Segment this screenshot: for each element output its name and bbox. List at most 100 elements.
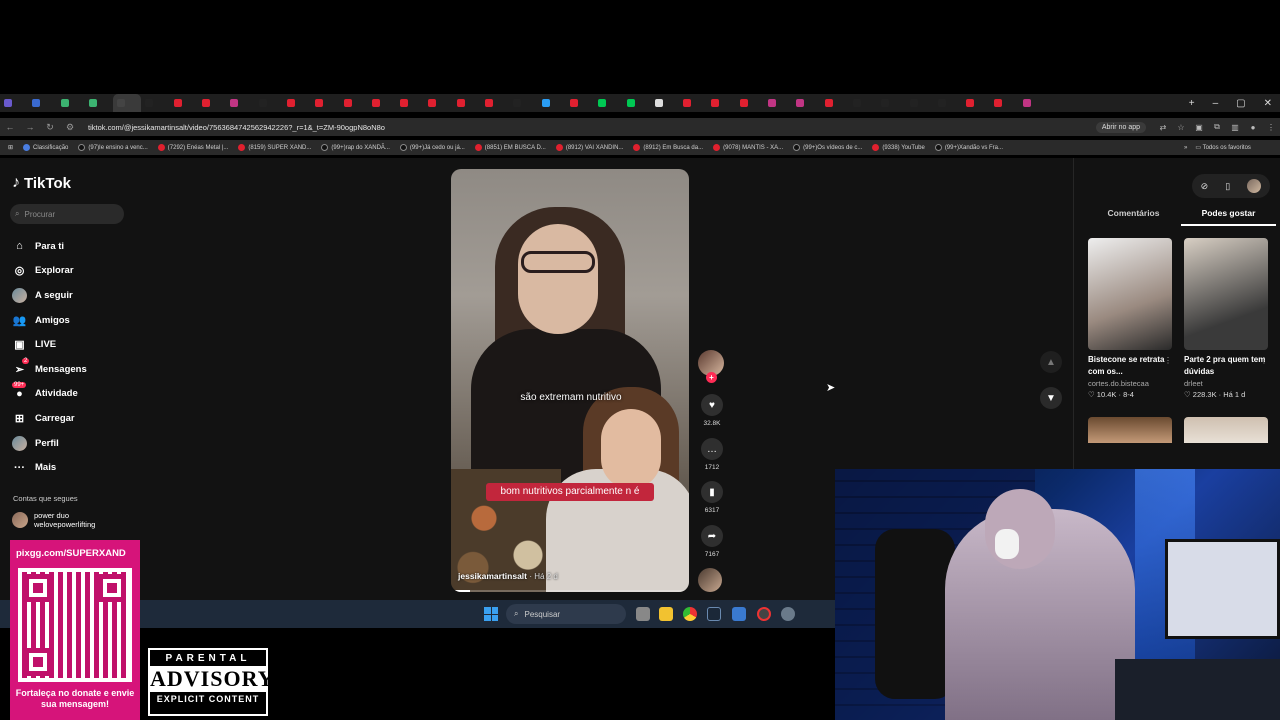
browser-tab[interactable] — [424, 94, 452, 112]
browser-tab[interactable] — [594, 94, 622, 112]
bookmark-item[interactable]: (99+)Xandão vs Fra... — [934, 144, 1003, 151]
reload-icon[interactable]: ↻ — [40, 122, 60, 133]
bookmark-item[interactable]: (99+)Os vídeos de c... — [793, 144, 862, 151]
browser-tab[interactable] — [764, 94, 792, 112]
recommended-thumb-3[interactable] — [1088, 417, 1172, 443]
close-window-icon[interactable]: ✕ — [1264, 98, 1272, 109]
bookmark-item[interactable]: (99+)rap do XANDÃ... — [321, 144, 390, 151]
browser-tab[interactable] — [990, 94, 1018, 112]
like-button[interactable]: ♥ 32.8K — [697, 394, 727, 427]
browser-tab[interactable] — [651, 94, 679, 112]
bookmark-item[interactable]: (8912) Em Busca da... — [633, 144, 703, 151]
url-field[interactable]: tiktok.com/@jessikamartinsalt/video/7563… — [88, 123, 1096, 132]
split-view-icon[interactable]: ▥ — [1226, 123, 1244, 132]
browser-tab[interactable] — [28, 94, 56, 112]
browser-tab[interactable] — [623, 94, 651, 112]
sidebar-item-para-ti[interactable]: ⌂ Para ti — [12, 234, 87, 259]
browser-tab[interactable] — [57, 94, 85, 112]
browser-tab[interactable] — [849, 94, 877, 112]
apps-grid-icon[interactable]: ⊞ — [8, 144, 13, 151]
sidebar-item-live[interactable]: ▣ LIVE — [12, 332, 87, 357]
card-more-icon[interactable]: ⋮ — [1164, 356, 1172, 365]
bookmark-item[interactable]: (99+)Já cedo ou já... — [399, 144, 465, 151]
sidebar-item-mais[interactable]: ··· Mais — [12, 455, 87, 480]
sidebar-item-perfil[interactable]: Perfil — [12, 431, 87, 456]
browser-tab[interactable] — [141, 94, 169, 112]
sound-avatar[interactable] — [698, 568, 722, 592]
browser-tab[interactable] — [538, 94, 566, 112]
browser-tab[interactable] — [0, 94, 28, 112]
browser-tab[interactable] — [226, 94, 254, 112]
browser-tab[interactable] — [396, 94, 424, 112]
browser-tab[interactable] — [85, 94, 113, 112]
tab-you-may-like[interactable]: Podes gostar — [1181, 208, 1276, 226]
card-more-icon[interactable]: ⋮ — [1260, 356, 1268, 365]
browser-tab[interactable] — [255, 94, 283, 112]
browser-menu-icon[interactable]: ⋮ — [1262, 123, 1280, 132]
share-button[interactable]: ➦ 7167 — [697, 525, 727, 558]
user-avatar[interactable] — [1247, 179, 1262, 193]
browser-tab[interactable] — [877, 94, 905, 112]
recommended-thumb-4[interactable] — [1184, 417, 1268, 443]
bookmark-item[interactable]: (9078) MANTIS - XA... — [713, 144, 783, 151]
browser-tab[interactable] — [736, 94, 764, 112]
browser-tab[interactable] — [340, 94, 368, 112]
new-tab-icon[interactable]: + — [1189, 98, 1195, 109]
taskbar-search[interactable]: ⌕ Pesquisar — [506, 604, 626, 624]
browser-tab[interactable] — [481, 94, 509, 112]
video-author[interactable]: jessikamartinsalt · Há 2 d — [458, 571, 558, 581]
browser-tab[interactable] — [509, 94, 537, 112]
video-progress-bar[interactable] — [451, 590, 689, 592]
sidebar-item-a-seguir[interactable]: A seguir — [12, 283, 87, 308]
maximize-icon[interactable]: ▢ — [1236, 98, 1245, 109]
browser-tab[interactable] — [707, 94, 735, 112]
task-view-icon[interactable] — [636, 607, 650, 621]
steam-icon[interactable] — [707, 607, 721, 621]
browser-tab[interactable] — [170, 94, 198, 112]
browser-tab[interactable] — [368, 94, 396, 112]
browser-tab[interactable] — [311, 94, 339, 112]
file-explorer-icon[interactable] — [659, 607, 673, 621]
more-bookmarks-icon[interactable]: » — [1184, 145, 1187, 151]
back-icon[interactable]: ← — [0, 122, 20, 132]
comment-button[interactable]: … 1712 — [697, 438, 727, 471]
sidebar-item-carregar[interactable]: ⊞ Carregar — [12, 406, 87, 431]
browser-tab[interactable] — [679, 94, 707, 112]
minimize-icon[interactable]: – — [1213, 98, 1219, 109]
bookmark-item[interactable]: (97)Ie ensino a venc... — [78, 144, 148, 151]
next-video-icon[interactable]: ▼ — [1040, 387, 1062, 409]
browser-profile-icon[interactable]: ● — [1244, 123, 1262, 132]
browser-tab[interactable] — [934, 94, 962, 112]
site-info-icon[interactable]: ⚙ — [60, 122, 80, 133]
windows-start-icon[interactable] — [484, 607, 498, 621]
forward-icon[interactable]: → — [20, 122, 40, 132]
tiktok-logo[interactable]: ♪ TikTok — [12, 174, 71, 192]
bookmark-item[interactable]: (8159) SUPER XAND... — [238, 144, 311, 151]
bookmark-item[interactable]: Classificação — [23, 144, 68, 151]
bookmark-item[interactable]: (9338) YouTube — [872, 144, 925, 151]
search-input[interactable]: ⌕ Procurar — [10, 204, 124, 224]
settings-icon[interactable] — [781, 607, 795, 621]
video-player[interactable]: são extremam nutritivo bom nutritivos pa… — [451, 169, 689, 592]
save-button[interactable]: ▮ 6317 — [697, 481, 727, 514]
extension-icon[interactable]: ▣ — [1190, 123, 1208, 132]
device-icon[interactable]: ▯ — [1225, 181, 1230, 192]
bookmark-item[interactable]: (7292) Enéas Metal |... — [157, 144, 228, 151]
chrome-icon[interactable] — [683, 607, 697, 621]
extensions-puzzle-icon[interactable]: ⧉ — [1208, 122, 1226, 132]
open-in-app-button[interactable]: Abrir no app — [1095, 121, 1146, 133]
following-account[interactable]: power duo welovepowerlifting — [12, 511, 95, 529]
sidebar-item-amigos[interactable]: 👥 Amigos — [12, 308, 87, 333]
tab-comments[interactable]: Comentários — [1086, 208, 1181, 226]
translate-icon[interactable]: ⇄ — [1154, 123, 1172, 132]
browser-tab[interactable] — [113, 94, 142, 112]
recommended-card[interactable]: ⋮ Parte 2 pra quem tem dúvidas drleet ♡ 228… — [1184, 238, 1268, 399]
browser-tab[interactable] — [283, 94, 311, 112]
recommended-card[interactable]: ⋮ Bistecone se retrata com os... cortes.do… — [1088, 238, 1172, 399]
browser-tab[interactable] — [821, 94, 849, 112]
bookmark-item[interactable]: (8912) VAI XANDIN... — [555, 144, 623, 151]
browser-tab[interactable] — [453, 94, 481, 112]
browser-tab[interactable] — [198, 94, 226, 112]
bookmark-item[interactable]: (8851) EM BUSCA D... — [474, 144, 546, 151]
previous-video-icon[interactable]: ▲ — [1040, 351, 1062, 373]
